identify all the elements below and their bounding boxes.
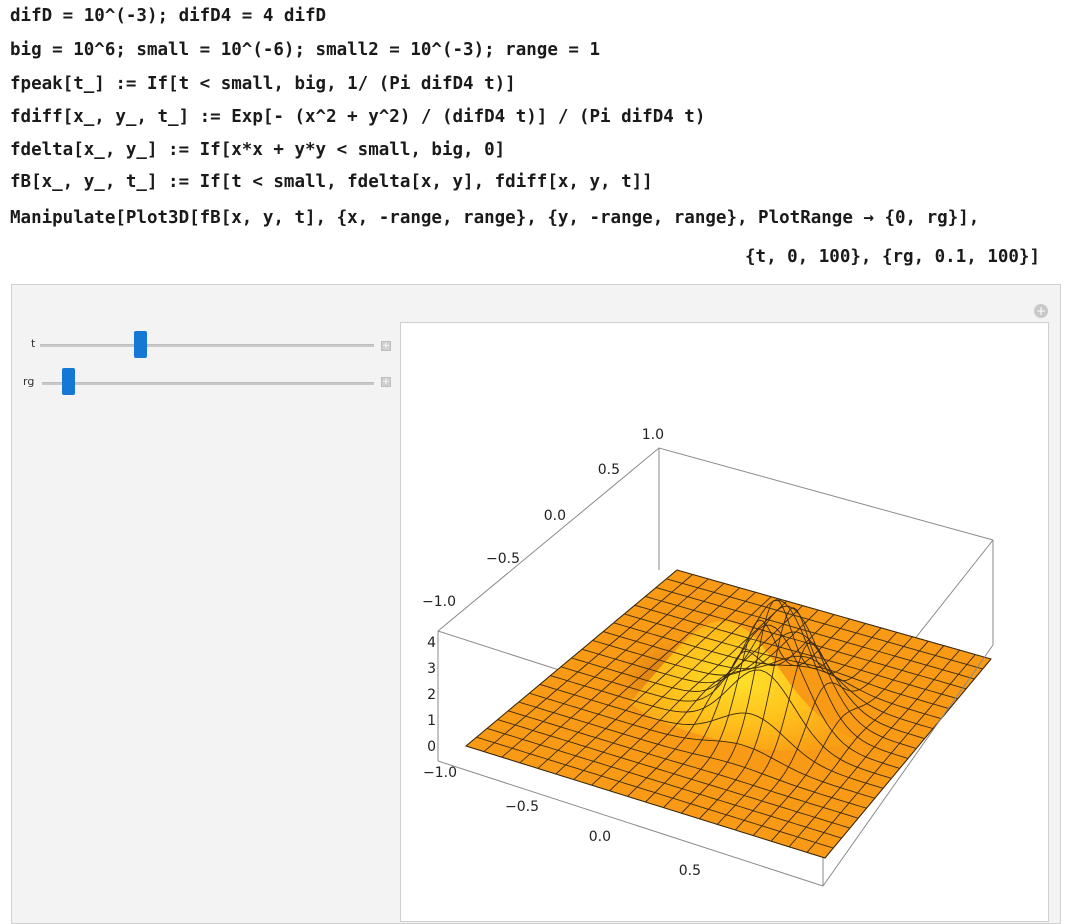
y-tick-label: 1.0 (642, 427, 664, 443)
plot3d-frame[interactable]: 1.0 0.5 0.0 −0.5 −1.0 4 3 2 1 0 −1.0 −0.5 0.0 0.5 (400, 322, 1049, 922)
t-slider-thumb[interactable] (133, 331, 147, 358)
code-line-7[interactable]: Manipulate[Plot3D[fB[x, y, t], {x, -rang… (10, 208, 979, 228)
t-slider-label: t (31, 337, 36, 350)
t-slider-track[interactable] (40, 344, 374, 347)
y-tick-label: −1.0 (422, 594, 456, 610)
t-expand-plus-icon[interactable]: + (381, 341, 391, 351)
code-line-5[interactable]: fdelta[x_, y_] := If[x*x + y*y < small, … (10, 140, 505, 160)
manipulate-panel: + t + rg + 1.0 0.5 0.0 −0.5 −1.0 4 3 2 1… (11, 284, 1061, 924)
z-tick-label: 3 (427, 661, 436, 677)
code-line-2[interactable]: big = 10^6; small = 10^(-6); small2 = 10… (10, 40, 600, 60)
code-line-4[interactable]: fdiff[x_, y_, t_] := Exp[- (x^2 + y^2) /… (10, 107, 705, 127)
y-tick-label: −0.5 (486, 551, 520, 567)
z-tick-label: 4 (427, 635, 436, 651)
y-axis-ticks: 1.0 0.5 0.0 −0.5 −1.0 (422, 427, 664, 610)
z-tick-label: 2 (427, 687, 436, 703)
z-axis-ticks: 4 3 2 1 0 (427, 635, 436, 755)
rg-expand-plus-icon[interactable]: + (381, 377, 391, 387)
z-tick-label: 0 (427, 739, 436, 755)
y-tick-label: 0.5 (598, 462, 620, 478)
x-tick-label: 0.5 (679, 863, 701, 879)
code-line-6[interactable]: fB[x_, y_, t_] := If[t < small, fdelta[x… (10, 172, 653, 192)
x-tick-label: −1.0 (423, 765, 457, 781)
code-line-3[interactable]: fpeak[t_] := If[t < small, big, 1/ (Pi d… (10, 74, 516, 94)
x-tick-label: −0.5 (505, 799, 539, 815)
code-line-1[interactable]: difD = 10^(-3); difD4 = 4 difD (10, 6, 326, 26)
y-tick-label: 0.0 (544, 508, 566, 524)
z-tick-label: 1 (427, 713, 436, 729)
code-line-8[interactable]: {t, 0, 100}, {rg, 0.1, 100}] (745, 247, 1040, 267)
rg-slider-thumb[interactable] (61, 368, 75, 395)
options-plus-icon[interactable]: + (1034, 304, 1048, 318)
rg-slider-track[interactable] (42, 382, 374, 385)
rg-slider-label: rg (23, 375, 35, 388)
plot3d-canvas[interactable]: 1.0 0.5 0.0 −0.5 −1.0 4 3 2 1 0 −1.0 −0.5 0.0 0.5 (401, 323, 1050, 923)
x-tick-label: 0.0 (589, 829, 611, 845)
